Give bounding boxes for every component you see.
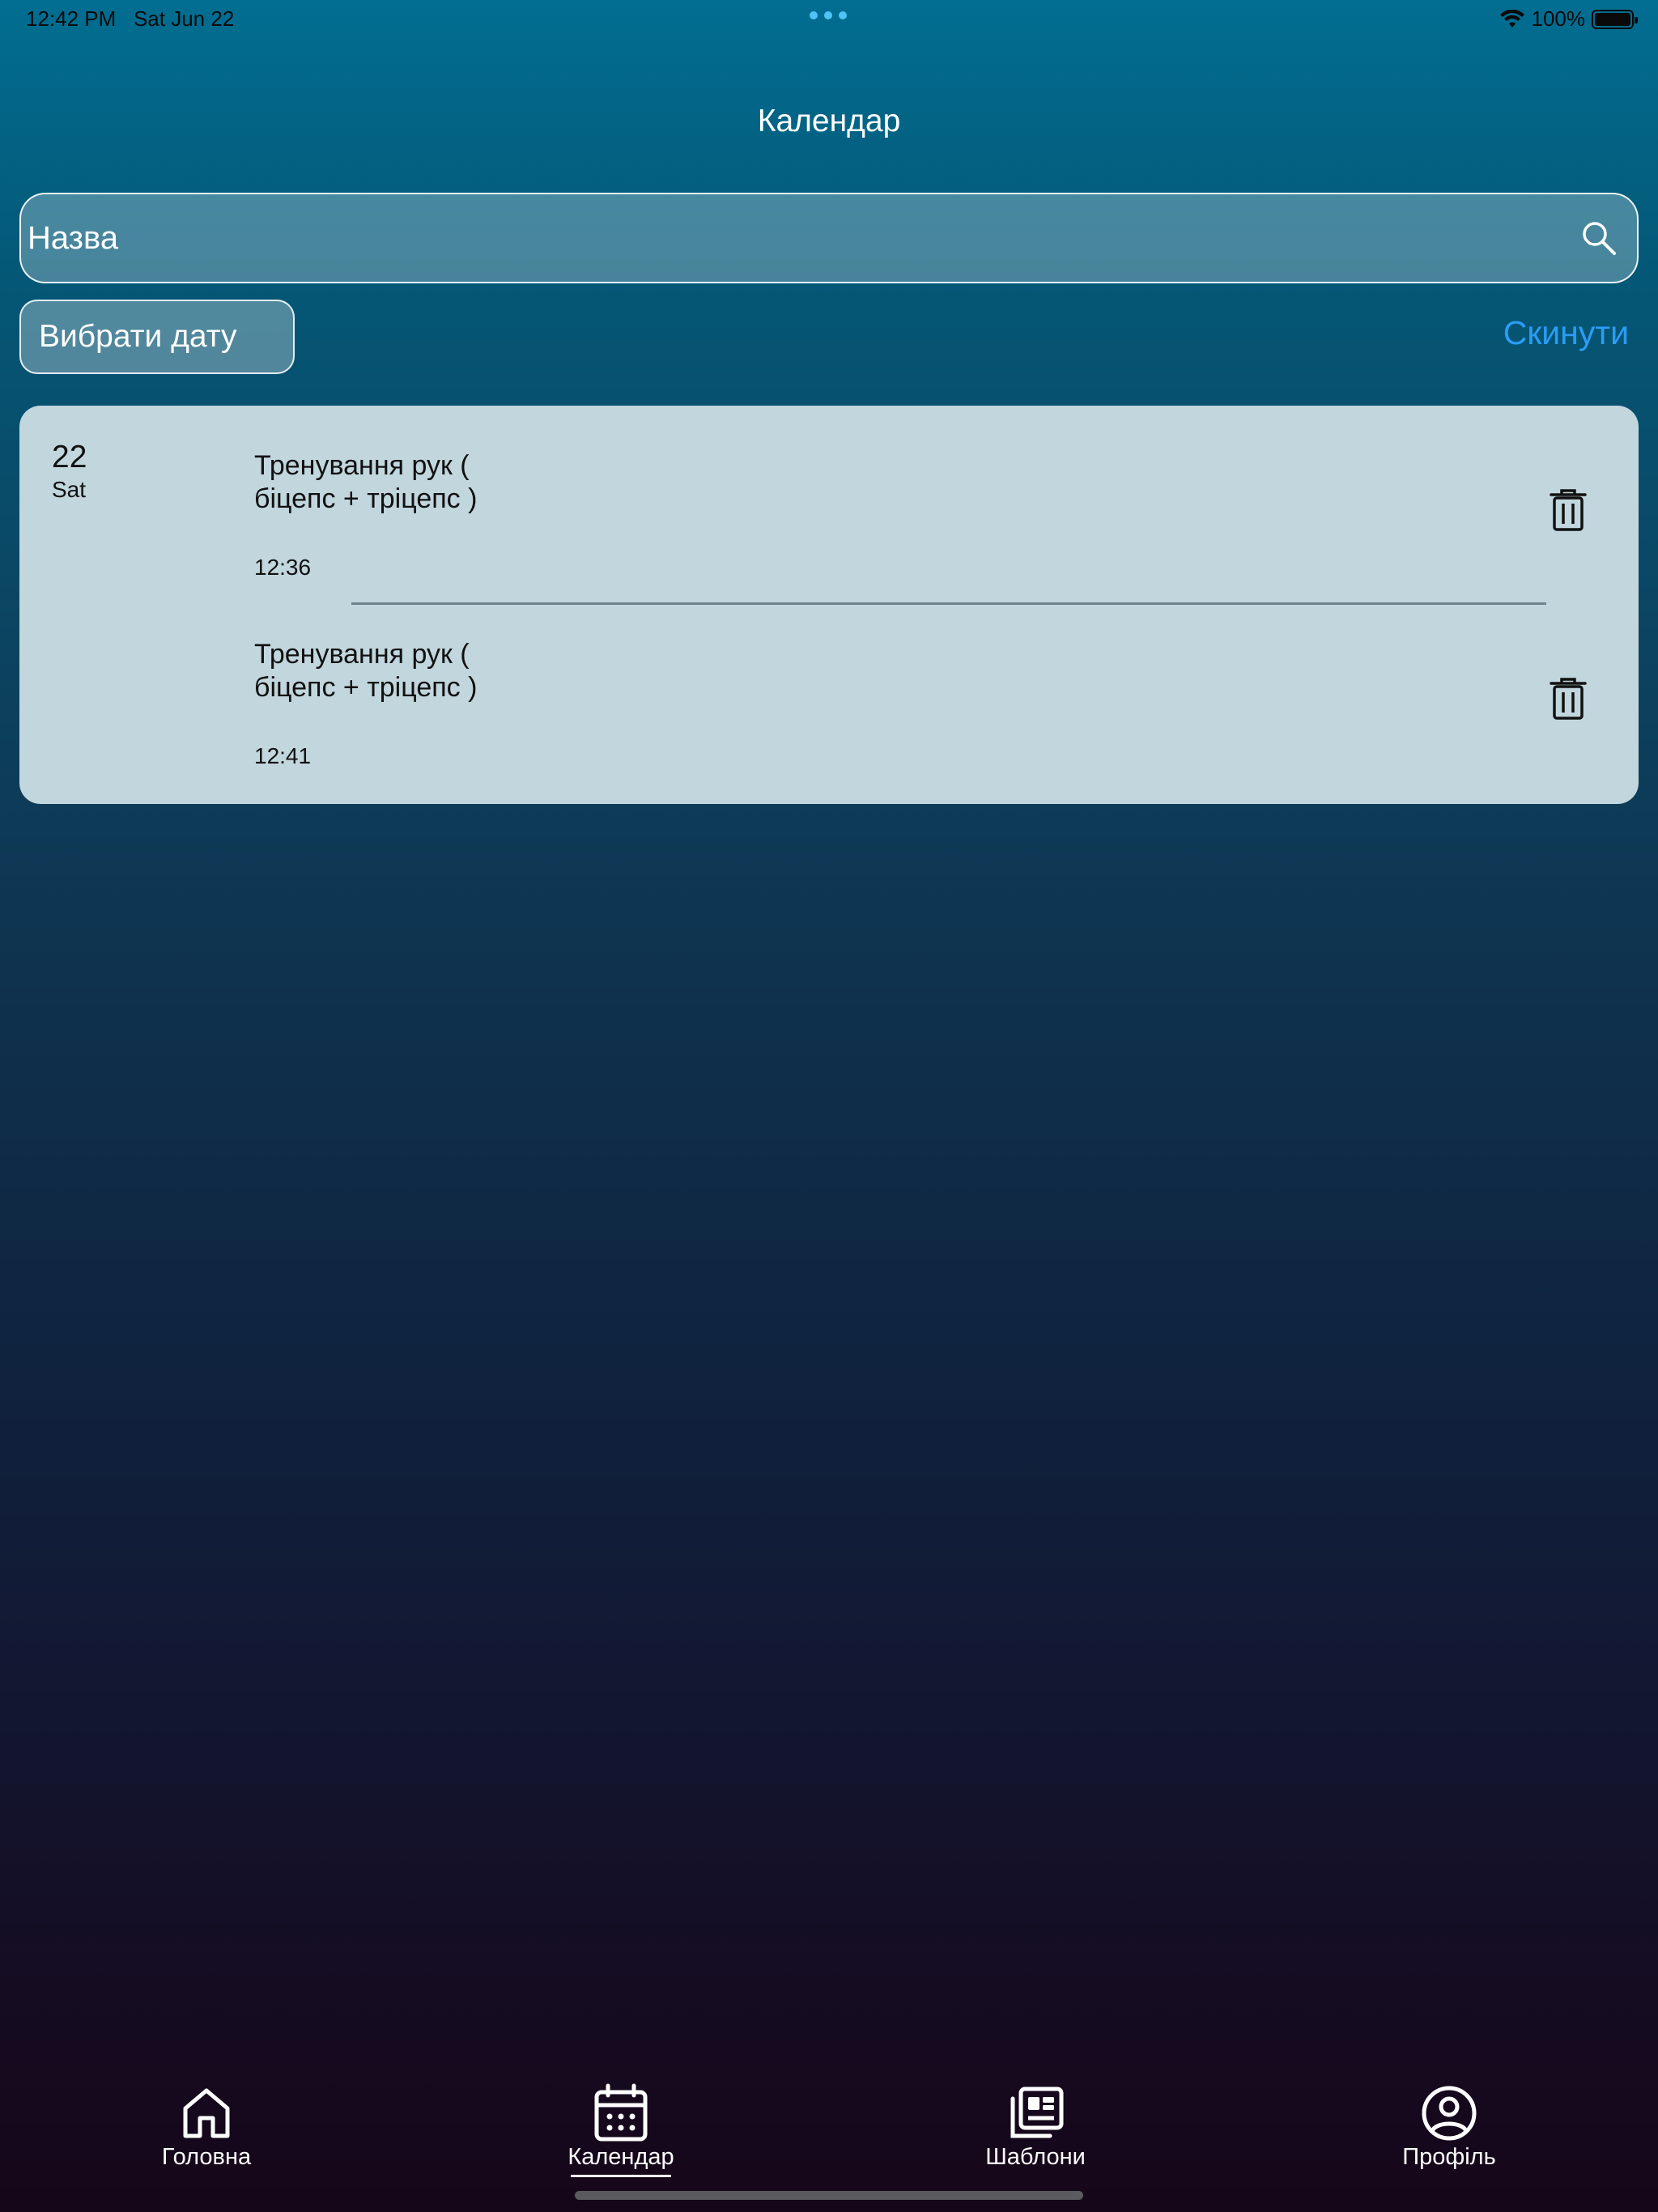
tab-templates[interactable]: Шаблони [946,2073,1124,2170]
templates-icon [1010,2087,1064,2138]
battery-icon [1592,9,1638,29]
search-icon[interactable] [1580,219,1618,257]
workout-time: 12:36 [254,555,312,580]
tab-calendar[interactable]: Календар [532,2073,710,2177]
home-icon [183,2088,230,2138]
active-tab-indicator [571,2175,671,2177]
workout-title: Тренування рук ( біцепс + тріцепс ) [254,639,478,703]
tab-label: Шаблони [985,2144,1086,2170]
multitasking-dots-icon[interactable] [810,11,847,19]
status-time: 12:42 PM Sat Jun 22 [26,6,234,32]
wifi-icon [1499,9,1524,28]
workout-title: Тренування рук ( біцепс + тріцепс ) [254,450,478,514]
workout-entry[interactable]: Тренування рук ( біцепс + тріцепс ) 12:3… [254,449,1630,595]
workout-entry[interactable]: Тренування рук ( біцепс + тріцепс ) 12:4… [254,638,1630,784]
select-date-button[interactable]: Вибрати дату [19,300,295,374]
status-clock: 12:42 PM [26,6,117,31]
status-indicators: 100% [1499,6,1638,32]
entry-divider [351,602,1546,605]
tab-label: Головна [161,2144,252,2170]
reset-button[interactable]: Скинути [1503,314,1629,352]
tab-bar: Головна Календар Шаблони Профіль [0,2073,1658,2177]
tab-label: Профіль [1402,2144,1496,2170]
search-input[interactable] [28,219,1580,257]
calendar-icon [594,2083,648,2142]
tab-profile[interactable]: Профіль [1360,2073,1538,2170]
status-bar: 12:42 PM Sat Jun 22 100% [0,0,1658,39]
search-bar[interactable] [19,193,1639,283]
workout-time: 12:41 [254,743,312,768]
day-card: 22 Sat Тренування рук ( біцепс + тріцепс… [19,406,1639,804]
tab-home[interactable]: Головна [117,2073,295,2170]
profile-icon [1422,2086,1477,2141]
home-indicator[interactable] [575,2191,1083,2200]
page-title: Календар [757,104,901,138]
day-number: 22 [52,440,87,474]
battery-percent: 100% [1531,6,1586,31]
trash-icon[interactable] [1550,677,1587,721]
day-name: Sat [52,477,87,502]
tab-label: Календар [568,2144,674,2170]
trash-icon[interactable] [1550,488,1587,532]
status-date: Sat Jun 22 [133,6,235,31]
